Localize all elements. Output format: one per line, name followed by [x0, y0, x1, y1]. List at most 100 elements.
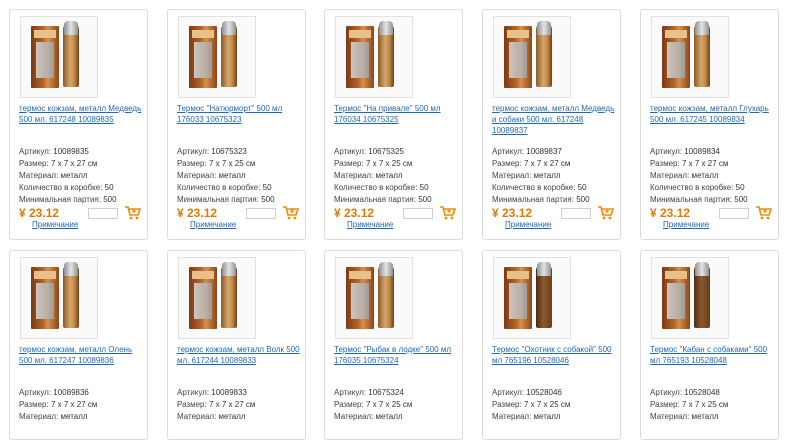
- thermos-image: [63, 21, 79, 87]
- product-image[interactable]: [20, 257, 98, 339]
- product-specs: Артикул: 10089833 Размер: 7 x 7 x 27 см …: [177, 387, 303, 423]
- gift-box-image: [31, 26, 59, 88]
- note-link[interactable]: Примечание: [32, 220, 78, 229]
- label-article: Артикул:: [177, 388, 210, 397]
- product-card: Термос "Рыбак в лодке" 500 мл 176035 106…: [324, 250, 463, 440]
- label-material: Материал:: [650, 171, 690, 180]
- note-link[interactable]: Примечание: [347, 220, 393, 229]
- value-min-batch: 500: [261, 195, 275, 204]
- cart-icon[interactable]: [439, 205, 456, 220]
- value-article: 10675324: [368, 388, 404, 397]
- product-image[interactable]: [20, 16, 98, 98]
- label-min-batch: Минимальная партия:: [492, 195, 574, 204]
- gift-box-image: [189, 26, 217, 88]
- cart-icon[interactable]: [124, 205, 141, 220]
- product-title-link[interactable]: Термос "Охотник с собакой" 500 мл 765196…: [492, 344, 618, 366]
- product-image[interactable]: [335, 257, 413, 339]
- quantity-input[interactable]: [561, 208, 591, 219]
- product-image[interactable]: [335, 16, 413, 98]
- product-title-link[interactable]: Термос "На привале" 500 мл 176034 106753…: [334, 103, 460, 125]
- thermos-image: [221, 21, 237, 87]
- product-card: термос кожзам, металл Глухарь 500 мл. 61…: [640, 9, 779, 240]
- product-image[interactable]: [493, 257, 571, 339]
- label-material: Материал:: [19, 171, 59, 180]
- product-title-link[interactable]: Термос "Кабан с собаками" 500 мл 765193 …: [650, 344, 776, 366]
- label-min-batch: Минимальная партия:: [19, 195, 101, 204]
- label-article: Артикул:: [334, 147, 367, 156]
- label-article: Артикул:: [19, 388, 52, 397]
- label-article: Артикул:: [650, 147, 683, 156]
- quantity-input[interactable]: [403, 208, 433, 219]
- product-specs: Артикул: 10089834 Размер: 7 x 7 x 27 см …: [650, 146, 776, 206]
- thermos-image: [536, 262, 552, 328]
- gift-box-image: [346, 267, 374, 329]
- product-image[interactable]: [651, 16, 729, 98]
- product-title-link[interactable]: термос кожзам, металл Глухарь 500 мл. 61…: [650, 103, 776, 125]
- cart-icon[interactable]: [755, 205, 772, 220]
- product-specs: Артикул: 10089835 Размер: 7 x 7 x 27 см …: [19, 146, 145, 206]
- value-article: 10089835: [53, 147, 89, 156]
- label-size: Размер:: [650, 400, 680, 409]
- label-article: Артикул:: [650, 388, 683, 397]
- product-price: ¥ 23.12: [650, 206, 691, 220]
- note-link[interactable]: Примечание: [505, 220, 551, 229]
- product-card: Термос "Кабан с собаками" 500 мл 765193 …: [640, 250, 779, 440]
- gift-box-image: [504, 267, 532, 329]
- cart-icon[interactable]: [282, 205, 299, 220]
- value-box-qty: 50: [735, 183, 745, 192]
- label-box-qty: Количество в коробке:: [650, 183, 734, 192]
- note-link[interactable]: Примечание: [663, 220, 709, 229]
- thermos-image: [694, 21, 710, 87]
- value-material: металл: [533, 412, 561, 421]
- quantity-input[interactable]: [88, 208, 118, 219]
- value-size: 7 x 7 x 27 см: [208, 400, 256, 409]
- product-specs: Артикул: 10089836 Размер: 7 x 7 x 27 см …: [19, 387, 145, 423]
- product-price: ¥ 23.12: [492, 206, 533, 220]
- thermos-image: [221, 262, 237, 328]
- product-title-link[interactable]: Термос "Натюрморт" 500 мл 176033 1067532…: [177, 103, 303, 125]
- product-card: термос кожзам, металл Медведь 500 мл. 61…: [9, 9, 148, 240]
- product-card: Термос "Охотник с собакой" 500 мл 765196…: [482, 250, 621, 440]
- product-image[interactable]: [493, 16, 571, 98]
- product-image[interactable]: [651, 257, 729, 339]
- thermos-image: [378, 21, 394, 87]
- value-min-batch: 500: [103, 195, 117, 204]
- thermos-image: [378, 262, 394, 328]
- gift-box-image: [662, 26, 690, 88]
- product-title-link[interactable]: Термос "Рыбак в лодке" 500 мл 176035 106…: [334, 344, 460, 366]
- quantity-input[interactable]: [719, 208, 749, 219]
- value-size: 7 x 7 x 25 см: [523, 400, 571, 409]
- gift-box-image: [346, 26, 374, 88]
- value-article: 10089837: [526, 147, 562, 156]
- cart-icon[interactable]: [597, 205, 614, 220]
- label-box-qty: Количество в коробке:: [492, 183, 576, 192]
- product-specs: Артикул: 10089837 Размер: 7 x 7 x 27 см …: [492, 146, 618, 206]
- value-size: 7 x 7 x 25 см: [365, 400, 413, 409]
- label-material: Материал:: [177, 412, 217, 421]
- product-card: термос кожзам, металл Волк 500 мл. 61724…: [167, 250, 306, 440]
- label-size: Размер:: [19, 159, 49, 168]
- label-article: Артикул:: [177, 147, 210, 156]
- product-title-link[interactable]: термос кожзам, металл Олень 500 мл. 6172…: [19, 344, 145, 366]
- value-box-qty: 50: [419, 183, 429, 192]
- value-min-batch: 500: [734, 195, 748, 204]
- quantity-input[interactable]: [246, 208, 276, 219]
- label-material: Материал:: [177, 171, 217, 180]
- product-specs: Артикул: 10675324 Размер: 7 x 7 x 25 см …: [334, 387, 460, 423]
- product-title-link[interactable]: термос кожзам, металл Медведь и собаки 5…: [492, 103, 618, 136]
- note-link[interactable]: Примечание: [190, 220, 236, 229]
- product-image[interactable]: [178, 16, 256, 98]
- label-min-batch: Минимальная партия:: [177, 195, 259, 204]
- value-min-batch: 500: [418, 195, 432, 204]
- gift-box-image: [31, 267, 59, 329]
- product-title-link[interactable]: термос кожзам, металл Волк 500 мл. 61724…: [177, 344, 303, 366]
- label-size: Размер:: [334, 159, 364, 168]
- label-box-qty: Количество в коробке:: [177, 183, 261, 192]
- product-image[interactable]: [178, 257, 256, 339]
- product-title-link[interactable]: термос кожзам, металл Медведь 500 мл. 61…: [19, 103, 145, 125]
- product-card: термос кожзам, металл Медведь и собаки 5…: [482, 9, 621, 240]
- label-size: Размер:: [177, 400, 207, 409]
- product-price: ¥ 23.12: [19, 206, 60, 220]
- label-size: Размер:: [492, 159, 522, 168]
- label-article: Артикул:: [19, 147, 52, 156]
